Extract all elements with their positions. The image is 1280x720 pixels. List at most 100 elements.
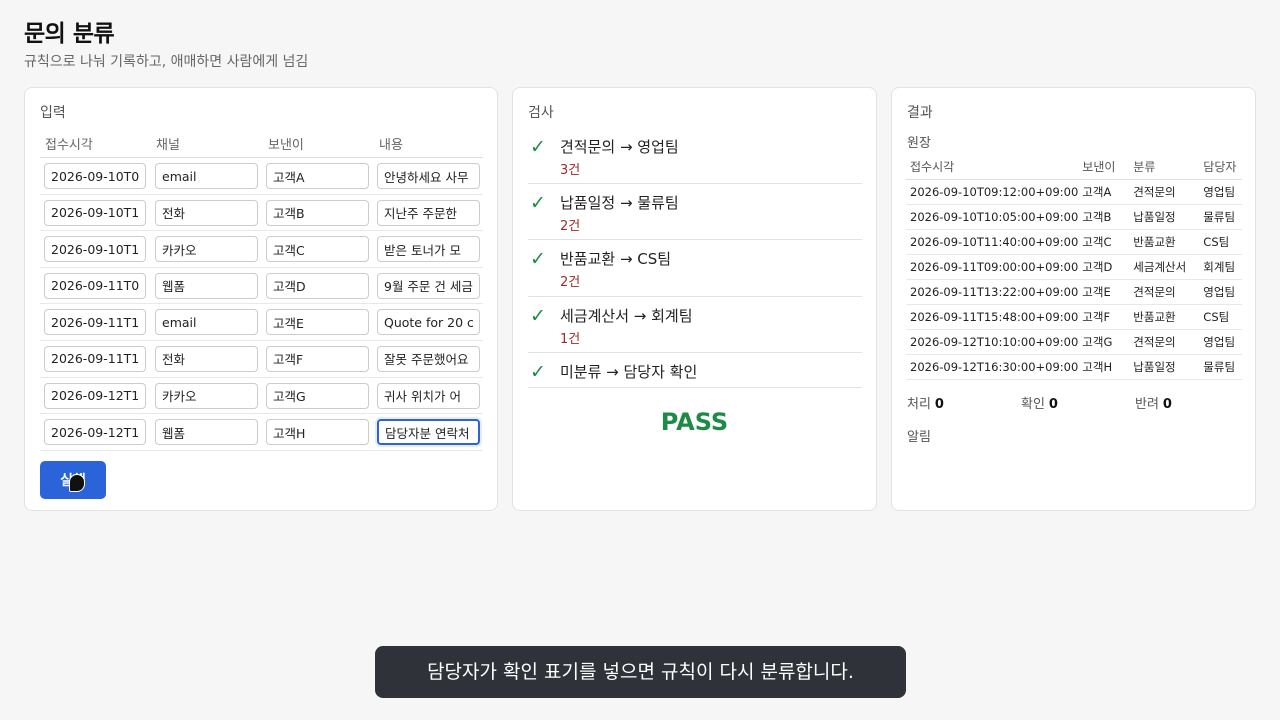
check-item-label: 세금계산서 → 회계팀 <box>560 306 693 325</box>
sender-input[interactable] <box>266 309 369 336</box>
content-input[interactable] <box>377 419 480 446</box>
stat-rejected: 반려 0 <box>1135 397 1172 412</box>
check-item: ✓ 미분류 → 담당자 확인 <box>528 353 862 388</box>
stat-processed: 처리 0 <box>907 397 944 412</box>
ledger-cell-category: 세금계산서 <box>1129 254 1200 280</box>
pass-status: PASS <box>660 408 729 436</box>
stat-confirmed: 확인 0 <box>1021 397 1058 412</box>
ledger-cell-category: 견적문의 <box>1129 279 1200 305</box>
content-input[interactable] <box>377 382 480 409</box>
channel-input[interactable] <box>155 419 258 446</box>
ledger-cell-sender: 고객G <box>1078 329 1130 355</box>
time-input[interactable] <box>44 199 146 226</box>
ledger-cell-category: 반품교환 <box>1129 304 1200 330</box>
time-input[interactable] <box>44 345 146 372</box>
ledger-cell-time: 2026-09-10T09:12:00+09:00 <box>906 179 1079 205</box>
channel-input[interactable] <box>155 345 258 372</box>
channel-input[interactable] <box>155 236 258 263</box>
check-list: ✓ 견적문의 → 영업팀 3건 ✓ 납품일정 → 물류팀 2건 ✓ 반품교환 → CS팀 2건 ✓… <box>528 128 862 388</box>
ledger-cell-time: 2026-09-12T10:10:00+09:00 <box>906 329 1079 355</box>
content-input[interactable] <box>377 309 480 336</box>
ledger-cell-time: 2026-09-11T15:48:00+09:00 <box>906 304 1079 330</box>
check-item: ✓ 세금계산서 → 회계팀 1건 <box>528 297 862 353</box>
table-row: 2026-09-11T09:00:00+09:00 고객D 세금계산서 회계팀 <box>906 254 1242 280</box>
content-input[interactable] <box>377 236 480 263</box>
check-icon: ✓ <box>530 248 546 271</box>
sender-input[interactable] <box>266 236 369 263</box>
content-input[interactable] <box>377 163 480 189</box>
table-row: 2026-09-12T16:30:00+09:00 고객H 납품일정 물류팀 <box>906 354 1242 380</box>
sender-input[interactable] <box>266 382 369 409</box>
channel-input[interactable] <box>155 163 258 189</box>
time-input[interactable] <box>44 419 146 446</box>
check-panel: 검사 ✓ 견적문의 → 영업팀 3건 ✓ 납품일정 → 물류팀 2건 ✓ 반품교환 → CS팀… <box>512 87 877 511</box>
table-row: 2026-09-10T11:40:00+09:00 고객C 반품교환 CS팀 <box>906 229 1242 255</box>
page-title: 문의 분류 <box>24 21 115 47</box>
channel-input[interactable] <box>155 199 258 226</box>
sender-input[interactable] <box>266 419 369 446</box>
ledger-cell-sender: 고객H <box>1078 354 1130 380</box>
ledger-cell-owner: 영업팀 <box>1199 179 1242 205</box>
input-row <box>40 414 483 451</box>
channel-input[interactable] <box>155 382 258 409</box>
time-input[interactable] <box>44 309 146 336</box>
time-input[interactable] <box>44 382 146 409</box>
ledger-cell-time: 2026-09-12T16:30:00+09:00 <box>906 354 1079 380</box>
check-item-count: 3건 <box>560 163 581 178</box>
result-panel: 결과 원장 접수시각 보낸이 분류 담당자 2026-09-10T09:12:0… <box>891 87 1256 511</box>
ledger-cell-category: 반품교환 <box>1129 229 1200 255</box>
channel-input[interactable] <box>155 309 258 336</box>
input-row <box>40 378 483 415</box>
input-panel-title: 입력 <box>40 105 66 121</box>
column-header-content: 내용 <box>379 138 403 153</box>
sender-input[interactable] <box>266 345 369 372</box>
sender-input[interactable] <box>266 199 369 226</box>
input-table-header: 접수시각 채널 보낸이 내용 <box>40 132 483 158</box>
ledger-cell-owner: 물류팀 <box>1199 204 1242 230</box>
check-panel-title: 검사 <box>528 105 554 121</box>
ledger-label: 원장 <box>907 136 931 151</box>
table-row: 2026-09-12T10:10:00+09:00 고객G 견적문의 영업팀 <box>906 329 1242 355</box>
ledger-header-sender: 보낸이 <box>1078 154 1130 180</box>
check-item-count: 1건 <box>560 331 581 347</box>
sender-input[interactable] <box>266 272 369 299</box>
ledger-cell-time: 2026-09-10T10:05:00+09:00 <box>906 204 1079 230</box>
table-row: 2026-09-10T10:05:00+09:00 고객B 납품일정 물류팀 <box>906 204 1242 230</box>
ledger-header-owner: 담당자 <box>1199 154 1242 180</box>
input-row <box>40 195 483 232</box>
mouse-cursor-icon <box>69 474 85 492</box>
alerts-label: 알림 <box>907 430 931 445</box>
ledger-cell-owner: 영업팀 <box>1199 329 1242 355</box>
page-subtitle: 규칙으로 나눠 기록하고, 애매하면 사람에게 넘김 <box>24 54 309 70</box>
time-input[interactable] <box>44 272 146 299</box>
ledger-cell-category: 납품일정 <box>1129 354 1200 380</box>
input-panel: 입력 접수시각 채널 보낸이 내용 실행 <box>24 87 498 511</box>
ledger-cell-sender: 고객F <box>1078 304 1130 330</box>
input-row <box>40 158 483 195</box>
ledger-cell-sender: 고객B <box>1078 204 1130 230</box>
channel-input[interactable] <box>155 272 258 299</box>
ledger-cell-sender: 고객D <box>1078 254 1130 280</box>
content-input[interactable] <box>377 345 480 372</box>
check-item-label: 견적문의 → 영업팀 <box>560 138 679 156</box>
check-item-count: 2건 <box>560 275 581 291</box>
time-input[interactable] <box>44 163 146 189</box>
ledger-cell-time: 2026-09-11T09:00:00+09:00 <box>906 254 1079 280</box>
column-header-time: 접수시각 <box>45 138 93 153</box>
check-item: ✓ 반품교환 → CS팀 2건 <box>528 240 862 297</box>
ledger-header-time: 접수시각 <box>906 154 1079 180</box>
ledger-cell-sender: 고객E <box>1078 279 1130 305</box>
sender-input[interactable] <box>266 163 369 189</box>
check-icon: ✓ <box>530 136 546 158</box>
ledger-cell-owner: 회계팀 <box>1199 254 1242 280</box>
content-input[interactable] <box>377 199 480 226</box>
check-item: ✓ 견적문의 → 영업팀 3건 <box>528 128 862 185</box>
result-panel-title: 결과 <box>907 105 933 121</box>
check-icon: ✓ <box>530 304 546 327</box>
column-header-sender: 보낸이 <box>268 138 304 153</box>
time-input[interactable] <box>44 236 146 263</box>
input-table-body <box>40 158 483 451</box>
check-item-label: 미분류 → 담당자 확인 <box>560 362 698 381</box>
table-row: 2026-09-11T15:48:00+09:00 고객F 반품교환 CS팀 <box>906 304 1242 330</box>
content-input[interactable] <box>377 272 480 299</box>
